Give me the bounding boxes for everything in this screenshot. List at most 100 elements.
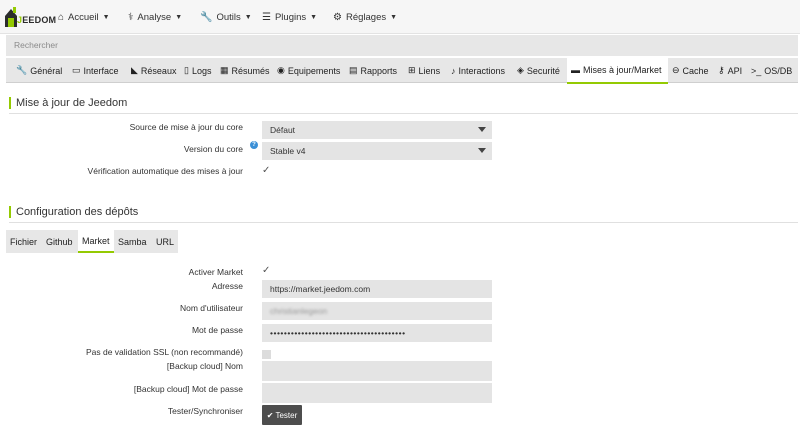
tab-label: Equipements xyxy=(287,65,341,76)
nav-reglages[interactable]: ⚙ Réglages ▼ xyxy=(333,0,397,34)
enable-market-checkbox[interactable] xyxy=(262,265,271,277)
repos-section-title: Configuration des dépôts xyxy=(9,206,154,218)
version-label: Version du core xyxy=(183,144,243,154)
address-field[interactable]: https://market.jeedom.com xyxy=(262,280,492,298)
wrench-icon: 🔧 xyxy=(16,65,28,75)
core-source-value: Défaut xyxy=(270,125,296,135)
tab-label: Interactions xyxy=(458,65,506,76)
divider xyxy=(9,113,798,114)
test-label: Tester/Synchroniser xyxy=(167,406,243,416)
update-section-title: Mise à jour de Jeedom xyxy=(9,97,129,109)
key-icon: ⚷ xyxy=(718,65,725,75)
tab-label: OS/DB xyxy=(764,65,793,76)
tester-button[interactable]: ✔ Tester xyxy=(262,405,302,425)
source-label: Source de mise à jour du core xyxy=(129,122,243,132)
nav-reglages-label: Réglages xyxy=(345,11,387,23)
tab-mises-a-jour-market[interactable]: ▬ Mises à jour/Market xyxy=(567,58,668,84)
tab-rapports[interactable]: ▤ Rapports xyxy=(349,58,397,83)
tab-label: Réseaux xyxy=(140,65,177,76)
search-input[interactable]: Rechercher xyxy=(6,35,798,56)
caret-down-icon xyxy=(478,148,486,153)
nav-accueil-label: Accueil xyxy=(68,11,99,23)
newspaper-icon: ▤ xyxy=(349,65,358,75)
file-icon: ▯ xyxy=(184,65,189,75)
repo-subtabs: Fichier Github Market Samba URL xyxy=(6,230,178,253)
credit-card-icon: ▬ xyxy=(571,65,580,75)
enable-market-label: Activer Market xyxy=(188,267,243,277)
username-value: christianlegeon xyxy=(270,306,328,316)
hdd-icon: ⊖ xyxy=(672,65,680,75)
sitemap-icon: ⊞ xyxy=(408,65,416,75)
backup-pass-field[interactable] xyxy=(262,383,492,403)
password-label: Mot de passe xyxy=(191,325,243,335)
tab-general[interactable]: 🔧 Général xyxy=(16,58,62,83)
tab-label: API xyxy=(727,65,743,76)
tab-api[interactable]: ⚷ API xyxy=(718,58,742,83)
tab-liens[interactable]: ⊞ Liens xyxy=(408,58,440,83)
wrench-icon: 🔧 xyxy=(200,11,213,23)
tab-os-db[interactable]: >_ OS/DB xyxy=(751,58,792,83)
auto-check-label: Vérification automatique des mises à jou… xyxy=(87,166,243,176)
terminal-icon: >_ xyxy=(751,65,762,76)
nav-outils[interactable]: 🔧 Outils ▼ xyxy=(200,0,252,34)
nav-accueil[interactable]: ⌂ Accueil ▼ xyxy=(58,0,110,34)
core-version-select[interactable]: Stable v4 xyxy=(262,142,492,160)
tab-cache[interactable]: ⊖ Cache xyxy=(672,58,709,83)
top-navbar: JEEDOM ⌂ Accueil ▼ ⚕ Analyse ▼ 🔧 Outils … xyxy=(0,0,800,34)
tab-resumes[interactable]: ▦ Résumés xyxy=(220,58,270,83)
subtab-fichier[interactable]: Fichier xyxy=(10,230,37,253)
tab-label: Securité xyxy=(526,65,560,76)
tab-label: Logs xyxy=(191,65,212,76)
tab-interface[interactable]: ▭ Interface xyxy=(72,58,119,83)
tab-label: Interface xyxy=(83,65,119,76)
backup-pass-label: [Backup cloud] Mot de passe xyxy=(133,384,243,394)
config-tabs: 🔧 Général ▭ Interface ◣ Réseaux ▯ Logs ▦ Résu… xyxy=(6,58,798,84)
nav-plugins-label: Plugins xyxy=(274,11,307,23)
tab-securite[interactable]: ◈ Securité xyxy=(517,58,560,83)
tab-reseaux[interactable]: ◣ Réseaux xyxy=(131,58,176,83)
laptop-icon: ▭ xyxy=(72,65,81,75)
tab-label: Liens xyxy=(418,65,441,76)
username-field[interactable]: christianlegeon xyxy=(262,302,492,320)
tab-logs[interactable]: ▯ Logs xyxy=(184,58,211,83)
home-icon: ⌂ xyxy=(58,11,65,23)
subtab-url[interactable]: URL xyxy=(156,230,174,253)
nav-analyse[interactable]: ⚕ Analyse ▼ xyxy=(128,0,182,34)
nav-outils-label: Outils xyxy=(216,11,241,23)
cog-icon: ⚙ xyxy=(333,11,342,23)
check-icon: ✔ xyxy=(266,410,274,420)
logo-text: JEEDOM xyxy=(17,15,57,25)
username-label: Nom d'utilisateur xyxy=(179,303,243,313)
house-logo-icon xyxy=(5,7,17,27)
chevron-down-icon: ▼ xyxy=(390,13,398,21)
tab-label: Général xyxy=(30,65,63,76)
ssl-checkbox[interactable] xyxy=(262,350,271,359)
divider xyxy=(9,222,798,223)
tab-equipements[interactable]: ◉ Equipements xyxy=(277,58,340,83)
core-source-select[interactable]: Défaut xyxy=(262,121,492,139)
backup-name-field[interactable] xyxy=(262,361,492,381)
nav-plugins[interactable]: ☰ Plugins ▼ xyxy=(262,0,317,34)
tab-label: Cache xyxy=(682,65,709,76)
tab-label: Mises à jour/Market xyxy=(583,65,662,75)
table-icon: ▦ xyxy=(220,65,229,75)
chevron-down-icon: ▼ xyxy=(244,13,252,21)
backup-name-label: [Backup cloud] Nom xyxy=(166,361,243,371)
shield-icon: ◈ xyxy=(517,65,524,75)
subtab-github[interactable]: Github xyxy=(46,230,73,253)
tab-label: Résumés xyxy=(231,65,270,76)
jeedom-logo[interactable]: JEEDOM xyxy=(4,4,56,30)
chevron-down-icon: ▼ xyxy=(102,13,110,21)
auto-check-checkbox[interactable] xyxy=(262,165,271,177)
subtab-market[interactable]: Market xyxy=(78,230,114,253)
chevron-down-icon: ▼ xyxy=(310,13,318,21)
circle-icon: ◉ xyxy=(277,65,285,75)
password-field[interactable]: ••••••••••••••••••••••••••••••••••••••• xyxy=(262,324,492,342)
help-icon[interactable]: ? xyxy=(250,141,258,149)
subtab-samba[interactable]: Samba xyxy=(118,230,147,253)
list-icon: ☰ xyxy=(262,11,271,23)
nav-analyse-label: Analyse xyxy=(137,11,172,23)
tab-interactions[interactable]: ♪ Interactions xyxy=(451,58,505,83)
chevron-down-icon: ▼ xyxy=(175,13,183,21)
core-version-value: Stable v4 xyxy=(270,146,306,156)
